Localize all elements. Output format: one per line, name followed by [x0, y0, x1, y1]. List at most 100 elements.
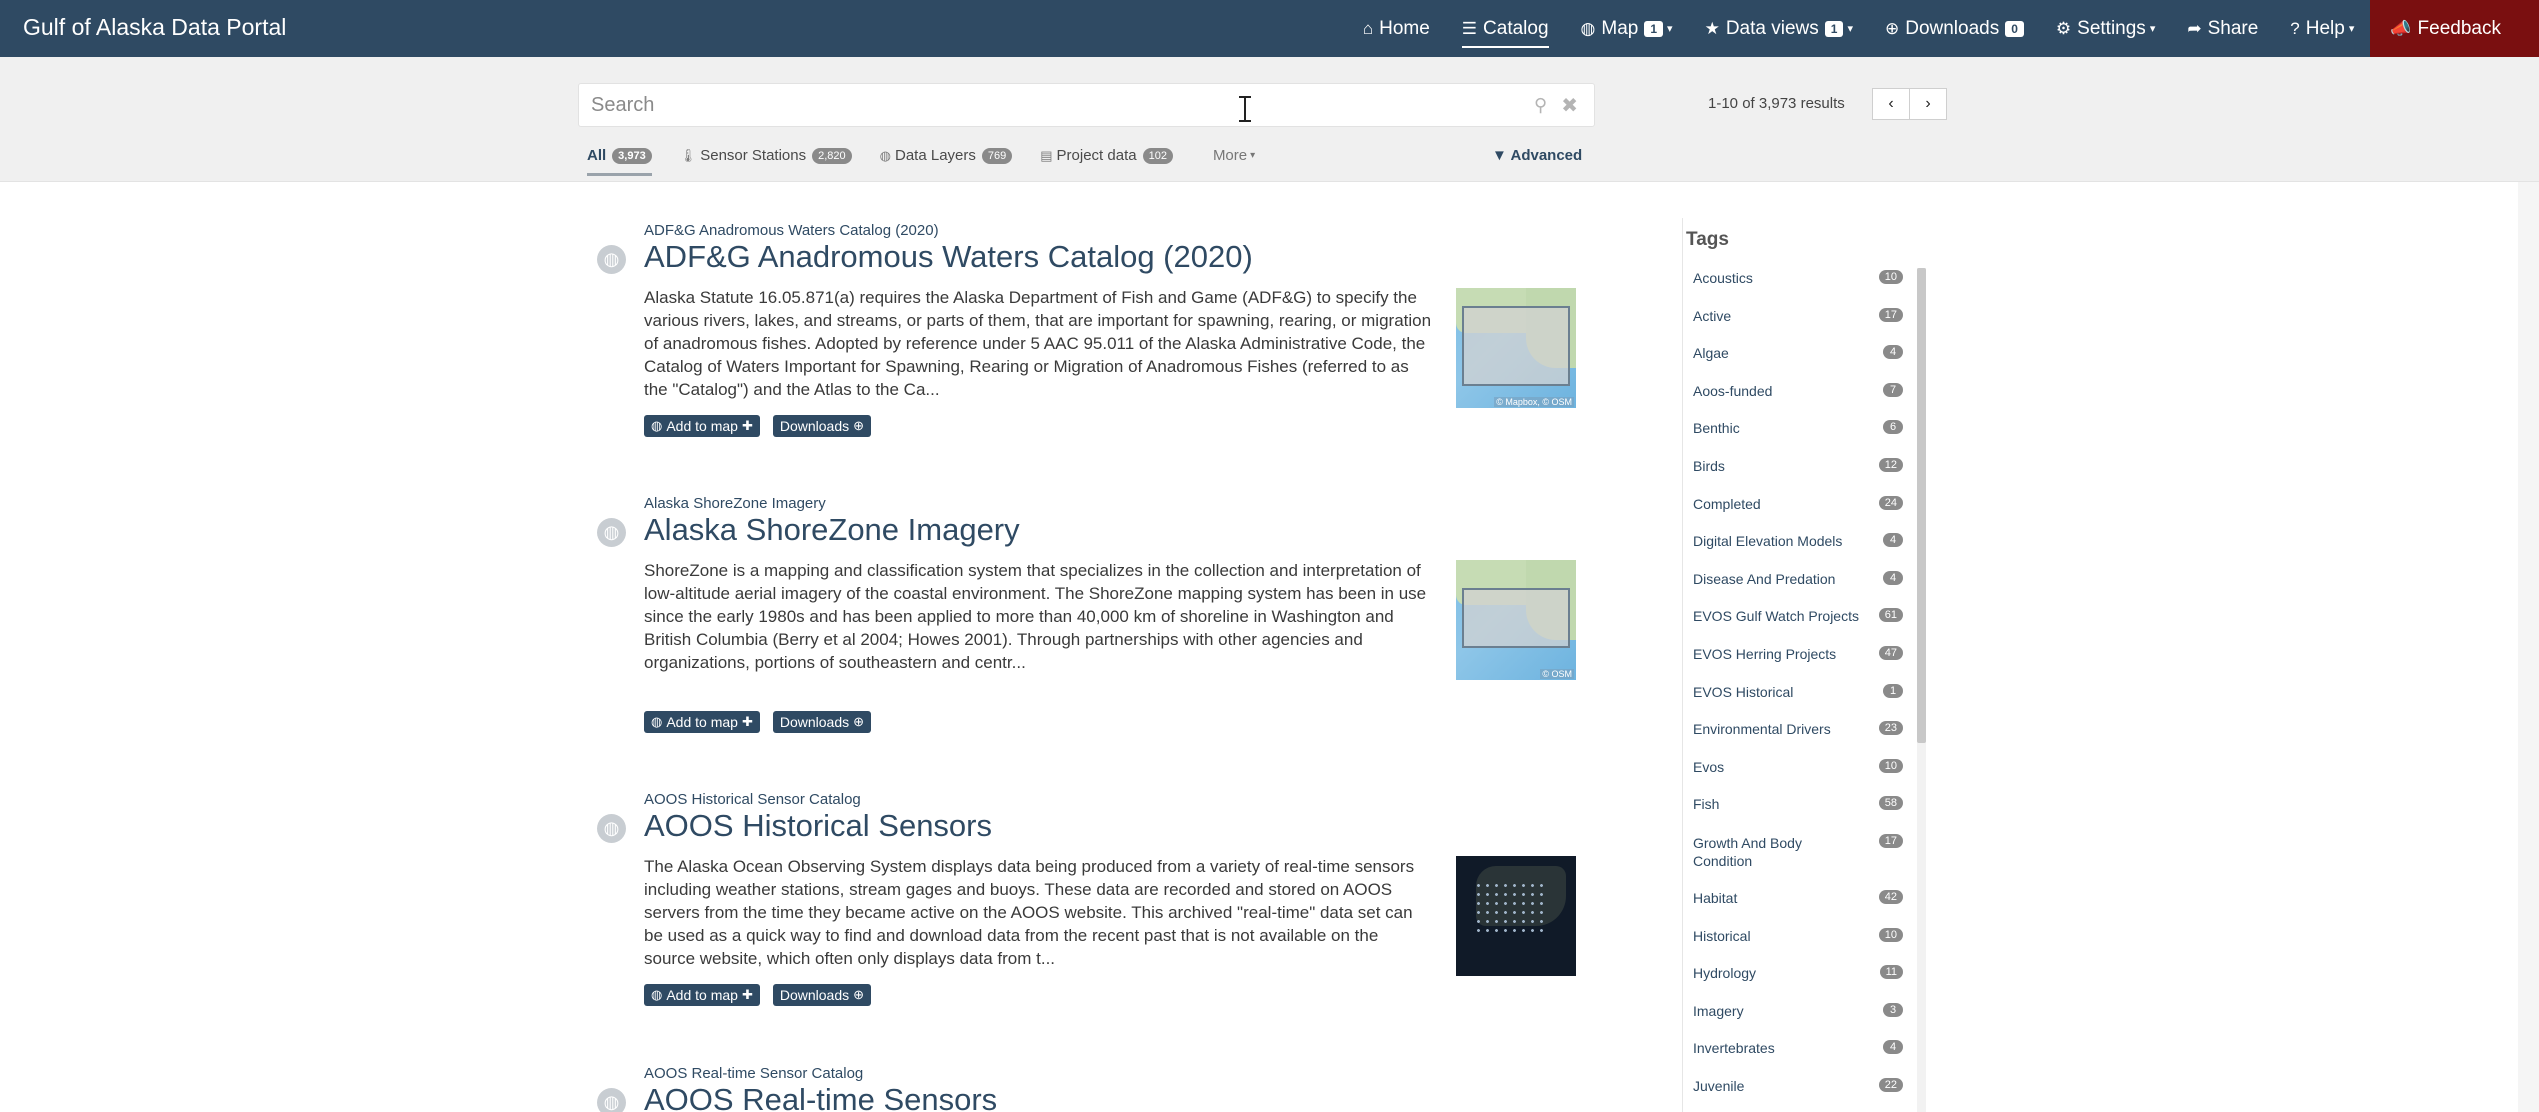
add-to-map-label: Add to map — [666, 418, 738, 434]
prev-page-button[interactable]: ‹ — [1872, 88, 1910, 120]
result-thumbnail-map[interactable]: © Mapbox, © OSM — [1456, 288, 1576, 408]
result-description: Alaska Statute 16.05.871(a) requires the… — [644, 288, 1432, 399]
tag-item[interactable]: EVOS Herring Projects 47 — [1693, 645, 1903, 684]
tag-item[interactable]: Aoos-funded 7 — [1693, 382, 1903, 421]
result-description: The Alaska Ocean Observing System displa… — [644, 857, 1415, 968]
next-page-button[interactable]: › — [1909, 88, 1947, 120]
tag-item[interactable]: Juvenile 22 — [1693, 1077, 1903, 1112]
download-circle-icon: ⊕ — [853, 418, 865, 433]
nav-downloads-label: Downloads — [1905, 17, 2000, 39]
tab-sensor-stations[interactable]: 🌡 Sensor Stations 2,820 — [680, 147, 852, 173]
result-source[interactable]: ADF&G Anadromous Waters Catalog (2020) — [644, 222, 939, 239]
tag-count: 22 — [1878, 1077, 1903, 1092]
tab-data-layers[interactable]: ◍ Data Layers 769 — [880, 147, 1013, 173]
nav-help[interactable]: ? Help ▾ — [2274, 0, 2370, 57]
result-thumbnail-map[interactable]: © OSM — [1456, 560, 1576, 680]
tag-item[interactable]: Historical 10 — [1693, 927, 1903, 966]
tag-count: 17 — [1878, 307, 1903, 322]
gear-icon: ⚙ — [2055, 18, 2072, 38]
sensor-dots — [1474, 881, 1544, 936]
tag-count: 11 — [1879, 965, 1903, 980]
search-area: ⚲ ✖ 1-10 of 3,973 results ‹ › All 3,973 … — [0, 57, 2539, 182]
nav-settings[interactable]: ⚙ Settings ▾ — [2040, 0, 2171, 57]
tag-item[interactable]: Fish 58 — [1693, 796, 1903, 834]
add-to-map-button[interactable]: ◍ Add to map ✚ — [644, 415, 760, 437]
tab-all[interactable]: All 3,973 — [587, 147, 652, 176]
nav-home[interactable]: ⌂ Home — [1347, 0, 1446, 57]
downloads-label: Downloads — [779, 418, 850, 434]
tag-name: Birds — [1693, 457, 1725, 474]
add-to-map-button[interactable]: ◍ Add to map ✚ — [644, 711, 760, 733]
tag-item[interactable]: Environmental Drivers 23 — [1693, 721, 1903, 759]
nav-data-views[interactable]: ★ Data views 1 ▾ — [1689, 0, 1869, 57]
tag-item[interactable]: EVOS Gulf Watch Projects 61 — [1693, 608, 1903, 646]
tags-scrollbar-thumb[interactable] — [1917, 268, 1926, 743]
tag-name: Digital Elevation Models — [1693, 533, 1843, 550]
tag-name: Invertebrates — [1693, 1040, 1775, 1057]
add-to-map-button[interactable]: ◍ Add to map ✚ — [644, 984, 760, 1006]
tag-item[interactable]: Evos 10 — [1693, 758, 1903, 797]
results-count: 1-10 of 3,973 results — [1708, 95, 1845, 112]
brand-title[interactable]: Gulf of Alaska Data Portal — [23, 14, 286, 41]
advanced-filter-link[interactable]: ▼ Advanced — [1492, 147, 1582, 164]
tag-item[interactable]: Active 17 — [1693, 307, 1903, 346]
result-title[interactable]: AOOS Historical Sensors — [644, 808, 992, 844]
tag-item[interactable]: Algae 4 — [1693, 345, 1903, 383]
tag-item[interactable]: Completed 24 — [1693, 495, 1903, 534]
map-extent-box — [1462, 306, 1570, 386]
nav-map[interactable]: ◍ Map 1 ▾ — [1565, 0, 1689, 57]
close-icon[interactable]: ✖ — [1561, 93, 1578, 118]
nav-home-label: Home — [1379, 17, 1430, 39]
tag-name: Completed — [1693, 495, 1761, 512]
downloads-button[interactable]: Downloads ⊕ — [772, 984, 872, 1006]
result-source[interactable]: Alaska ShoreZone Imagery — [644, 495, 826, 512]
tag-item[interactable]: Growth And Body Condition 17 — [1693, 833, 1903, 890]
result-title[interactable]: ADF&G Anadromous Waters Catalog (2020) — [644, 239, 1253, 275]
result-title[interactable]: AOOS Real-time Sensors — [644, 1082, 997, 1112]
tag-item[interactable]: EVOS Historical 1 — [1693, 683, 1903, 722]
downloads-button[interactable]: Downloads ⊕ — [772, 415, 872, 437]
search-icon[interactable]: ⚲ — [1534, 95, 1547, 116]
tag-item[interactable]: Birds 12 — [1693, 457, 1903, 496]
tag-item[interactable]: Acoustics 10 — [1693, 270, 1903, 308]
chevron-down-icon: ▾ — [1250, 150, 1256, 161]
tag-name: Imagery — [1693, 1002, 1744, 1019]
result-source[interactable]: AOOS Real-time Sensor Catalog — [644, 1065, 863, 1082]
tag-item[interactable]: Hydrology 11 — [1693, 965, 1903, 1003]
globe-icon: ◍ — [597, 1088, 626, 1112]
globe-icon: ◍ — [597, 245, 626, 274]
tag-count: 61 — [1878, 608, 1903, 623]
map-attribution: © OSM — [1540, 669, 1574, 679]
downloads-button[interactable]: Downloads ⊕ — [772, 711, 872, 733]
tag-item[interactable]: Imagery 3 — [1693, 1002, 1903, 1041]
result-source[interactable]: AOOS Historical Sensor Catalog — [644, 791, 861, 808]
globe-icon: ◍ — [1580, 18, 1596, 38]
thermometer-icon: 🌡 — [679, 147, 697, 163]
tag-name: Disease And Predation — [1693, 570, 1836, 587]
tags-scrollbar[interactable] — [1917, 268, 1926, 1112]
tags-list: Acoustics 10 Active 17 Algae 4 Aoos-funded 7 Ben… — [1693, 270, 1903, 1112]
page-scrollbar[interactable] — [2518, 182, 2539, 1112]
pager: ‹ › — [1872, 88, 1947, 120]
tag-item[interactable]: Disease And Predation 4 — [1693, 570, 1903, 609]
result-thumbnail-map[interactable] — [1456, 856, 1576, 976]
nav-catalog[interactable]: ☰ Catalog — [1446, 0, 1565, 57]
nav-downloads[interactable]: ⊕ Downloads 0 — [1869, 0, 2040, 57]
tag-item[interactable]: Invertebrates 4 — [1693, 1040, 1903, 1078]
tag-item[interactable]: Benthic 6 — [1693, 420, 1903, 458]
result-title[interactable]: Alaska ShoreZone Imagery — [644, 512, 1020, 548]
list-icon: ☰ — [1461, 18, 1478, 38]
feedback-button[interactable]: 📣 Feedback — [2370, 0, 2539, 57]
tab-more[interactable]: More ▾ — [1213, 147, 1255, 173]
tag-count: 7 — [1883, 382, 1903, 397]
chevron-right-icon: › — [1925, 95, 1931, 112]
nav-catalog-wrap: ☰ Catalog — [1461, 17, 1549, 48]
tag-count: 17 — [1878, 833, 1903, 848]
search-input[interactable] — [579, 93, 1535, 117]
nav-catalog-label: Catalog — [1483, 17, 1549, 39]
tag-item[interactable]: Digital Elevation Models 4 — [1693, 533, 1903, 571]
nav-share[interactable]: ➦ Share — [2171, 0, 2274, 57]
tag-item[interactable]: Habitat 42 — [1693, 889, 1903, 928]
globe-icon: ◍ — [597, 814, 626, 843]
tab-project-data[interactable]: ▤ Project data 102 — [1040, 147, 1173, 173]
